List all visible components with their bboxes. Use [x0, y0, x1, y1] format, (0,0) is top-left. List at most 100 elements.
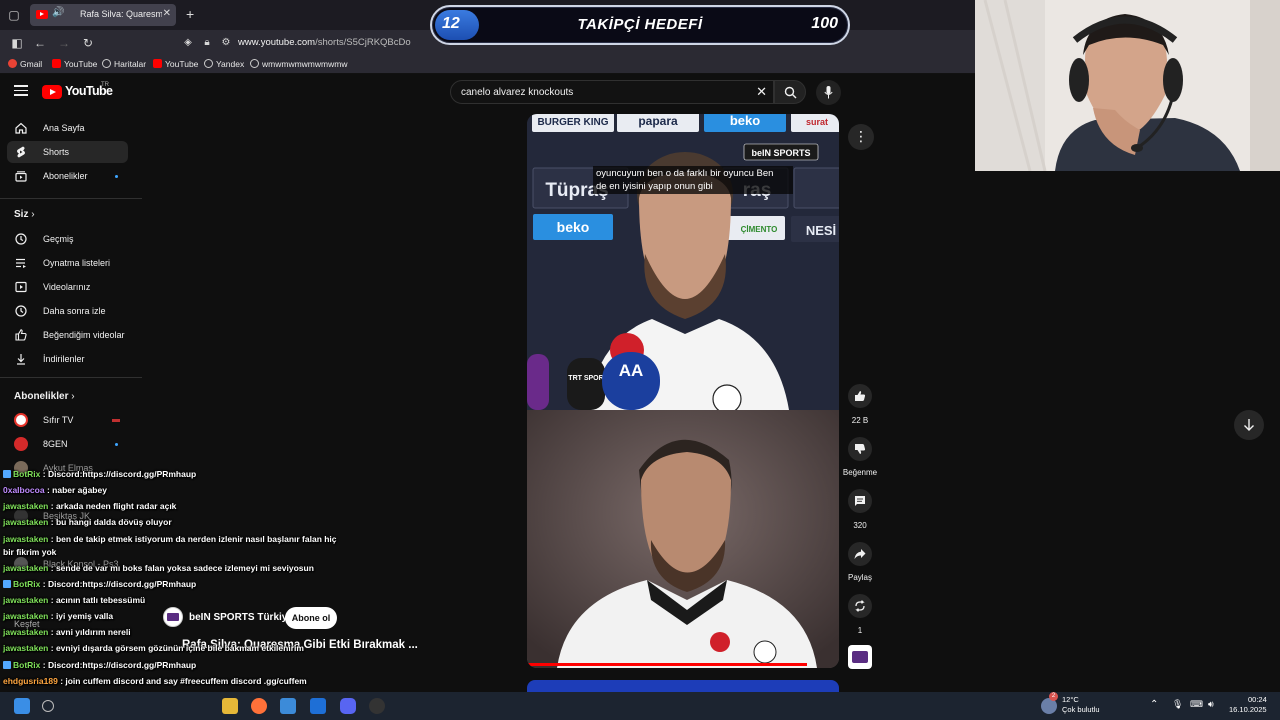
shield-icon[interactable]: ◈: [180, 35, 196, 51]
search-query: canelo alvarez knockouts: [461, 87, 574, 98]
file-explorer-icon[interactable]: [222, 698, 238, 714]
screen: ▢ 🔊 Rafa Silva: Quaresma Gi ✕ + ◧ ← → ↻ …: [0, 0, 1280, 720]
chat-message: bir fikrim yok: [3, 547, 56, 557]
search-button[interactable]: [774, 80, 806, 104]
comments-button[interactable]: [848, 489, 872, 513]
back-icon[interactable]: ←: [32, 35, 48, 51]
url-path: /shorts/S5CjRKQBcDo: [315, 37, 411, 48]
sidebar-item-liked[interactable]: Beğendiğim videolar: [7, 324, 128, 346]
sidebar-item-your-videos[interactable]: Videolarınız: [7, 276, 128, 298]
chat-username: jawastaken: [3, 517, 49, 527]
weather-desc: Çok bulutlu: [1062, 705, 1100, 714]
chat-text: : join cuffem discord and say #freecuffe…: [60, 676, 307, 686]
sidebar-item-history[interactable]: Geçmiş: [7, 228, 128, 250]
comment-count: 320: [853, 521, 867, 530]
notification-count: 2: [1049, 692, 1058, 701]
sidebar-item-label: Ana Sayfa: [43, 123, 85, 133]
ad-text: beko: [557, 219, 590, 235]
sidebar-item-label: Videolarınız: [43, 282, 91, 292]
bookmark-youtube[interactable]: YouTube: [52, 59, 97, 69]
playlists-icon: [16, 258, 26, 268]
speaker-icon[interactable]: 🔊: [52, 7, 64, 18]
network-icon[interactable]: ⌨: [1190, 699, 1203, 710]
sidebar-subscriptions-header[interactable]: Abonelikler ›: [14, 391, 75, 402]
chat-text: : bu hangi dalda dövüş oluyor: [50, 517, 172, 527]
firefox-icon[interactable]: [251, 698, 267, 714]
sidebar-item-shorts[interactable]: Shorts: [7, 141, 128, 163]
home-icon: [15, 122, 27, 134]
forward-icon[interactable]: →: [56, 35, 72, 51]
dislike-button[interactable]: [848, 437, 872, 461]
short-video-next[interactable]: [527, 410, 839, 668]
bookmark-wm[interactable]: wmwmwmwmwmwmw: [250, 59, 347, 69]
hamburger-menu-icon[interactable]: [14, 85, 28, 97]
chat-text: : naber ağabey: [46, 485, 107, 495]
chat-message: jawastaken : sende de var mı boks falan …: [3, 563, 314, 573]
follower-goal-bar: 12 TAKİPÇİ HEDEFİ 100: [430, 5, 850, 45]
new-content-dot: [115, 443, 118, 446]
clear-search-icon[interactable]: ✕: [756, 84, 767, 100]
sidebar-item-subscriptions[interactable]: Abonelikler: [7, 165, 128, 187]
bookmark-yandex[interactable]: Yandex: [204, 59, 244, 69]
next-short-button[interactable]: [1234, 410, 1264, 440]
arrow-down-icon: [1244, 419, 1254, 431]
sidebar-item-watch-later[interactable]: Daha sonra izle: [7, 300, 128, 322]
remix-button[interactable]: [848, 594, 872, 618]
voice-search-button[interactable]: [816, 80, 841, 105]
channel-avatar[interactable]: [163, 607, 183, 627]
microphone-tray-icon[interactable]: 🎙︎: [1172, 699, 1183, 710]
chat-username: BotRix: [13, 469, 41, 479]
new-tab-icon[interactable]: +: [186, 6, 194, 22]
app-icon[interactable]: [280, 698, 296, 714]
channel-name[interactable]: beIN SPORTS Türkiye: [189, 612, 293, 623]
subscribe-button[interactable]: Abone ol: [285, 607, 337, 629]
windows-start-icon[interactable]: [14, 698, 30, 714]
obs-icon[interactable]: [369, 698, 385, 714]
short-video-player[interactable]: BURGER KING papara beko surat raş Tüpraş…: [527, 114, 839, 410]
thumbs-down-icon: [855, 444, 866, 454]
remix-count: 1: [857, 626, 863, 635]
sidebar-item-playlists[interactable]: Oynatma listeleri: [7, 252, 128, 274]
bookmark-maps[interactable]: Haritalar: [102, 59, 146, 69]
chat-text: : Discord:https://discord.gg/PRmhaup: [42, 579, 197, 589]
comment-icon: [855, 496, 865, 506]
youtube-favicon-icon: [36, 10, 48, 19]
short-video-upcoming[interactable]: [527, 680, 839, 692]
tray-chevron-icon[interactable]: ⌃: [1150, 699, 1158, 710]
search-input[interactable]: canelo alvarez knockouts ✕: [450, 80, 774, 104]
address-bar[interactable]: www.youtube.com/shorts/S5CjRKQBcDo: [238, 37, 411, 48]
reload-icon[interactable]: ↻: [80, 35, 96, 51]
chat-username: BotRix: [13, 660, 41, 670]
more-options-button[interactable]: ⋮: [848, 124, 874, 150]
channel-thumbnail[interactable]: [848, 645, 872, 669]
lock-icon[interactable]: 🔒︎: [199, 35, 215, 51]
search-icon[interactable]: [42, 700, 54, 712]
chevron-right-icon: ›: [31, 209, 35, 220]
sidebar-item-home[interactable]: Ana Sayfa: [7, 117, 128, 139]
sidebar-item-label: Shorts: [43, 147, 70, 157]
like-button[interactable]: [848, 384, 872, 408]
tab-overview-icon[interactable]: ▢: [6, 7, 22, 23]
sidebar-subscription[interactable]: 8GEN: [36, 433, 126, 455]
youtube-icon: [153, 59, 162, 68]
volume-icon[interactable]: 🔊︎: [1208, 699, 1214, 710]
subscriptions-icon: [15, 171, 27, 182]
bein-logo-icon: [852, 651, 868, 663]
chat-username: jawastaken: [3, 534, 49, 544]
site-settings-icon[interactable]: ⚙: [218, 35, 234, 51]
browser-tab[interactable]: 🔊 Rafa Silva: Quaresma Gi ✕: [30, 4, 176, 26]
sidebar-toggle-icon[interactable]: ◧: [9, 35, 25, 51]
sidebar-item-downloads[interactable]: İndirilenler: [7, 348, 128, 370]
discord-icon[interactable]: [340, 698, 356, 714]
sidebar-item-label: Geçmiş: [43, 234, 74, 244]
sidebar-you-header[interactable]: Siz ›: [14, 209, 35, 220]
close-tab-icon[interactable]: ✕: [163, 8, 171, 19]
bookmark-gmail[interactable]: Gmail: [8, 59, 42, 69]
webcam-overlay: [975, 0, 1280, 171]
ad-text: ÇİMENTO: [741, 225, 778, 234]
share-button[interactable]: [848, 542, 872, 566]
sidebar-item-label: Oynatma listeleri: [43, 258, 111, 268]
outlook-icon[interactable]: [310, 698, 326, 714]
chat-message: jawastaken : iyi yemiş valla: [3, 611, 113, 621]
bookmark-youtube-2[interactable]: YouTube: [153, 59, 198, 69]
